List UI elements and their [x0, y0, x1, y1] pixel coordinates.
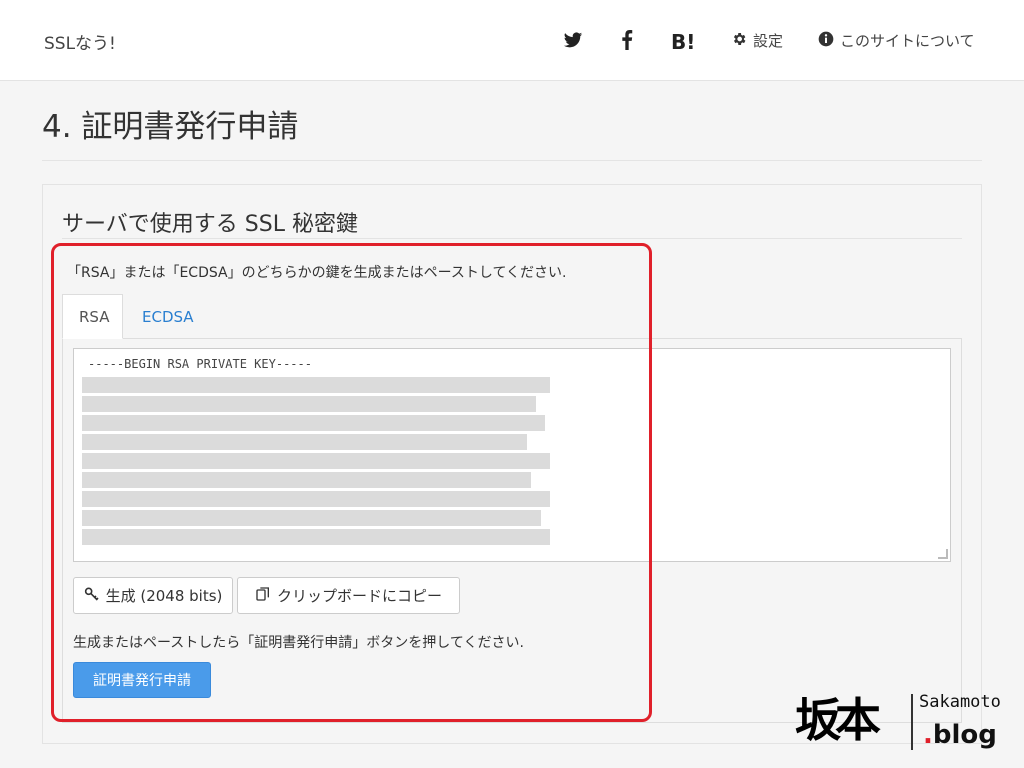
- blog-watermark-logo: 坂本 Sakamoto .blog: [795, 684, 1020, 764]
- tab-ecdsa[interactable]: ECDSA: [125, 294, 207, 339]
- twitter-icon[interactable]: [563, 30, 583, 54]
- hatena-bookmark-icon[interactable]: B!: [671, 30, 695, 54]
- watermark-kanji: 坂本: [795, 693, 881, 747]
- copy-clipboard-button[interactable]: クリップボードにコピー: [237, 577, 460, 614]
- tab-rsa[interactable]: RSA: [62, 294, 123, 339]
- info-icon: [818, 31, 834, 51]
- navbar: SSLなう! B! 設定 このサイトについて: [0, 0, 1024, 81]
- watermark-divider: [911, 694, 913, 750]
- heading-divider: [62, 238, 962, 239]
- blurred-key-content: [82, 377, 550, 559]
- resize-handle[interactable]: [938, 549, 948, 559]
- private-key-textarea[interactable]: -----BEGIN RSA PRIVATE KEY-----: [73, 348, 951, 562]
- copy-label: クリップボードにコピー: [276, 587, 442, 605]
- site-brand[interactable]: SSLなう!: [44, 29, 116, 54]
- submit-certificate-button[interactable]: 証明書発行申請: [73, 662, 211, 698]
- key-first-line: -----BEGIN RSA PRIVATE KEY-----: [88, 357, 312, 371]
- key-icon: [84, 586, 100, 606]
- watermark-blog: .blog: [923, 720, 997, 750]
- settings-link[interactable]: 設定: [731, 30, 783, 51]
- clipboard-icon: [255, 586, 271, 606]
- facebook-icon[interactable]: [620, 30, 634, 54]
- about-label: このサイトについて: [840, 32, 975, 50]
- submit-instruction: 生成またはペーストしたら「証明書発行申請」ボタンを押してください.: [73, 635, 524, 651]
- watermark-name: Sakamoto: [919, 692, 1001, 712]
- page-title: 4. 証明書発行申請: [42, 109, 299, 145]
- watermark-blog-text: blog: [932, 720, 997, 750]
- key-description: 「RSA」または「ECDSA」のどちらかの鍵を生成またはペーストしてください.: [67, 265, 567, 281]
- generate-label: 生成 (2048 bits): [105, 587, 223, 605]
- gear-icon: [731, 31, 747, 51]
- title-divider: [42, 160, 982, 161]
- panel-heading: サーバで使用する SSL 秘密鍵: [62, 212, 358, 237]
- about-link[interactable]: このサイトについて: [818, 30, 975, 51]
- settings-label: 設定: [753, 32, 784, 50]
- generate-key-button[interactable]: 生成 (2048 bits): [73, 577, 233, 614]
